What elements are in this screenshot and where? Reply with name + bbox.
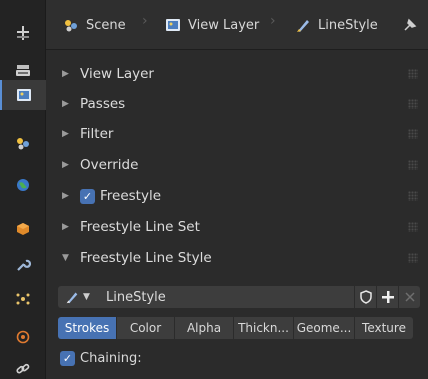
breadcrumb-label: View Layer (188, 17, 260, 33)
tab-label: Strokes (64, 321, 110, 335)
tab-scene[interactable] (0, 128, 46, 158)
expand-triangle-icon: ▶ (62, 69, 69, 79)
drag-handle-icon[interactable] (408, 160, 418, 170)
pin-icon (404, 18, 417, 31)
tab-alpha[interactable]: Alpha (175, 317, 234, 339)
modifier-wrench-icon (17, 259, 32, 271)
panel-label: Freestyle (100, 188, 162, 204)
panel-freestyle-line-style[interactable]: ▼ Freestyle Line Style (54, 244, 418, 272)
chevron-right-icon: › (270, 13, 276, 29)
linestyle-name: LineStyle (106, 289, 166, 305)
panel-freestyle[interactable]: ▶ ✓ Freestyle (54, 182, 418, 210)
tab-label: Texture (362, 321, 406, 335)
tab-label: Thickn... (238, 321, 289, 335)
shield-icon (359, 290, 372, 304)
panel-label: Passes (80, 96, 126, 112)
drag-handle-icon[interactable] (408, 129, 418, 139)
tab-geometry[interactable]: Geome... (294, 317, 355, 339)
tab-world[interactable] (0, 170, 46, 200)
tab-object[interactable] (0, 214, 46, 244)
scene-icon (17, 138, 29, 150)
tab-physics[interactable] (0, 322, 46, 352)
panel-label: Freestyle Line Style (80, 250, 212, 266)
panel-filter[interactable]: ▶ Filter (54, 120, 418, 148)
world-icon (17, 179, 29, 191)
scene-icon (65, 20, 77, 32)
drag-handle-icon[interactable] (408, 222, 418, 232)
tab-tool[interactable] (0, 18, 46, 48)
fake-user-button[interactable] (354, 286, 376, 308)
tab-label: Geome... (296, 321, 352, 335)
physics-icon (16, 330, 30, 344)
drag-handle-icon[interactable] (408, 253, 418, 263)
expand-triangle-icon: ▶ (62, 129, 69, 139)
panel-passes[interactable]: ▶ Passes (54, 90, 418, 118)
breadcrumb-label: Scene (86, 17, 126, 33)
tab-constraints[interactable] (0, 354, 46, 379)
particles-icon (16, 293, 30, 305)
tab-particles[interactable] (0, 284, 46, 314)
tab-label: Color (129, 321, 162, 335)
drag-handle-icon[interactable] (408, 191, 418, 201)
tool-icon (17, 26, 29, 40)
unlink-linestyle-button[interactable] (398, 286, 420, 308)
chevron-right-icon: › (142, 13, 148, 29)
linestyle-browse-button[interactable]: ▼ (62, 288, 100, 306)
tab-texture[interactable]: Texture (355, 317, 413, 339)
tab-label: Alpha (186, 321, 222, 335)
freestyle-checkbox[interactable]: ✓ (80, 188, 95, 204)
drag-handle-icon[interactable] (408, 69, 418, 79)
properties-header: Scene › View Layer › LineStyle (46, 0, 428, 50)
tab-color[interactable]: Color (117, 317, 175, 339)
constraints-icon (16, 363, 30, 374)
drag-handle-icon[interactable] (408, 99, 418, 109)
properties-tab-bar (0, 0, 46, 379)
chaining-checkbox[interactable]: ✓ (60, 350, 75, 366)
tab-view-layer[interactable] (0, 80, 46, 110)
panel-label: Filter (80, 126, 114, 142)
panel-label: Freestyle Line Set (80, 219, 200, 235)
expand-triangle-icon: ▶ (62, 222, 69, 232)
tab-strokes[interactable]: Strokes (58, 317, 117, 339)
panel-override[interactable]: ▶ Override (54, 151, 418, 179)
object-icon (17, 223, 29, 235)
breadcrumb-scene[interactable]: Scene (62, 14, 126, 36)
panel-label: Override (80, 157, 139, 173)
brush-icon (297, 20, 309, 32)
tab-modifiers[interactable] (0, 250, 46, 280)
pin-button[interactable] (402, 14, 418, 36)
linestyle-name-field[interactable]: ▼ LineStyle (58, 286, 354, 308)
plus-icon (381, 291, 394, 303)
new-linestyle-button[interactable] (376, 286, 398, 308)
linestyle-tabs: Strokes Color Alpha Thickn... Geome... T… (58, 317, 427, 339)
collapse-triangle-icon: ▼ (62, 253, 69, 263)
x-icon (404, 292, 415, 302)
brush-icon (66, 292, 78, 304)
breadcrumb-view-layer[interactable]: View Layer (164, 14, 259, 36)
panel-view-layer[interactable]: ▶ View Layer (54, 60, 418, 88)
expand-triangle-icon: ▶ (62, 160, 69, 170)
chaining-label: Chaining: (80, 350, 142, 366)
breadcrumb-linestyle[interactable]: LineStyle (294, 14, 378, 36)
panel-label: View Layer (80, 66, 154, 82)
view-layer-icon (166, 19, 180, 31)
chaining-option[interactable]: ✓ Chaining: (60, 348, 142, 368)
panel-freestyle-line-set[interactable]: ▶ Freestyle Line Set (54, 213, 418, 241)
linestyle-selector: ▼ LineStyle (58, 286, 421, 308)
tab-thickness[interactable]: Thickn... (234, 317, 294, 339)
view-layer-icon (17, 89, 31, 101)
render-icon (16, 65, 30, 76)
chevron-down-icon: ▼ (83, 292, 90, 302)
expand-triangle-icon: ▶ (62, 191, 69, 201)
expand-triangle-icon: ▶ (62, 99, 69, 109)
breadcrumb-label: LineStyle (318, 17, 378, 33)
